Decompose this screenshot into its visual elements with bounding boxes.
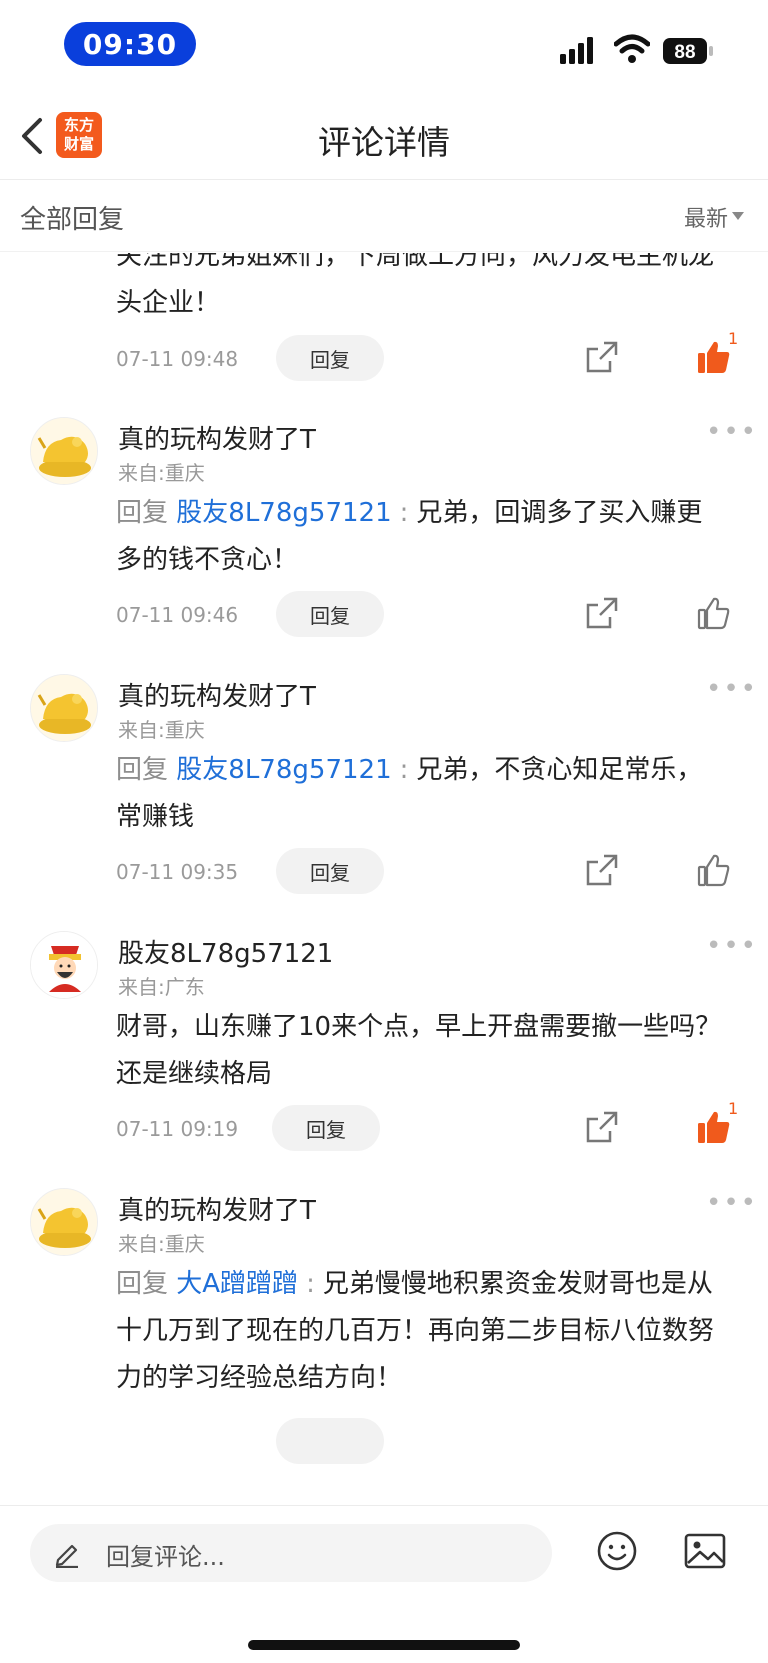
comment-location: 来自:广东: [118, 975, 205, 999]
comment-time: 07-11 09:19: [116, 1117, 239, 1141]
sort-dropdown[interactable]: 最新: [684, 201, 728, 233]
reply-button[interactable]: 回复: [276, 335, 384, 381]
avatar: [30, 417, 98, 485]
home-indicator: [248, 1640, 520, 1650]
reply-target-user[interactable]: 股友8L78g57121: [176, 498, 391, 528]
share-icon[interactable]: [584, 1109, 620, 1145]
thumbs-up-icon[interactable]: [696, 852, 732, 888]
bottom-bar: 回复评论...: [0, 1505, 768, 1663]
reply-target-user[interactable]: 大A蹭蹭蹭: [176, 1269, 298, 1299]
thumbs-up-filled-icon[interactable]: [696, 339, 732, 375]
reply-button-partial[interactable]: [276, 1418, 384, 1464]
comment-text: 财哥，山东赚了10来个点，早上开盘需要撤一些吗？还是继续格局: [116, 1012, 722, 1089]
comment-username[interactable]: 股友8L78g57121: [118, 933, 333, 970]
reply-keyword: 回复: [116, 755, 169, 785]
comment-text: 回复 股友8L78g57121: 兄弟，不贪心知足常乐，常赚钱: [116, 747, 726, 841]
comment-time: 07-11 09:48: [116, 347, 239, 371]
caret-down-icon[interactable]: [732, 212, 744, 220]
reply-separator: :: [306, 1269, 315, 1299]
reply-separator: :: [399, 755, 409, 785]
like-count: 1: [728, 329, 739, 348]
nav-bar: 东方 财富 评论详情: [0, 96, 768, 180]
more-options-icon[interactable]: •••: [706, 931, 758, 961]
more-options-icon[interactable]: •••: [706, 417, 758, 447]
avatar: [30, 931, 98, 999]
comment-item: 真的玩构发财了T 来自:重庆 ••• 回复 大A蹭蹭蹭: 兄弟慢慢地积累资金发财哥…: [0, 1188, 768, 1505]
page-title: 评论详情: [318, 123, 450, 162]
image-icon[interactable]: [684, 1532, 726, 1570]
more-options-icon[interactable]: •••: [706, 1188, 758, 1218]
comment-location: 来自:重庆: [118, 461, 205, 485]
like-count: 1: [728, 1099, 739, 1118]
reply-target-user[interactable]: 股友8L78g57121: [176, 755, 391, 785]
emoji-icon[interactable]: [596, 1530, 638, 1572]
reply-button[interactable]: 回复: [272, 1105, 380, 1151]
reply-separator: :: [399, 498, 409, 528]
reply-input-placeholder: 回复评论...: [106, 1543, 225, 1571]
share-icon[interactable]: [584, 852, 620, 888]
share-icon[interactable]: [584, 339, 620, 375]
comment-username[interactable]: 真的玩构发财了T: [118, 419, 316, 456]
cellular-signal-icon: [560, 37, 593, 64]
comment-time: 07-11 09:46: [116, 603, 239, 627]
reply-keyword: 回复: [116, 1269, 169, 1299]
comment-time: 07-11 09:35: [116, 860, 239, 884]
comment-item: 股友8L78g57121 来自:广东 ••• 财哥，山东赚了10来个点，早上开盘…: [0, 931, 768, 1187]
comment-username[interactable]: 真的玩构发财了T: [118, 676, 316, 713]
share-icon[interactable]: [584, 595, 620, 631]
comment-item: 真的玩构发财了T 来自:重庆 ••• 回复 股友8L78g57121: 兄弟，不贪…: [0, 674, 768, 930]
status-time: 09:30: [64, 22, 196, 66]
reply-input[interactable]: 回复评论...: [30, 1524, 552, 1582]
comment-item: 关注的兄弟姐妹们，下周做工方向，风力发电主机龙头企业！ 07-11 09:48 …: [0, 253, 768, 413]
reply-button[interactable]: 回复: [276, 848, 384, 894]
reply-keyword: 回复: [116, 498, 169, 528]
status-bar: 09:30 88: [0, 0, 768, 90]
comment-item: 真的玩构发财了T 来自:重庆 ••• 回复 股友8L78g57121: 兄弟，回调…: [0, 417, 768, 673]
thumbs-up-icon[interactable]: [696, 595, 732, 631]
comment-text: 回复 大A蹭蹭蹭: 兄弟慢慢地积累资金发财哥也是从十几万到了现在的几百万！再向第二…: [116, 1261, 726, 1402]
more-options-icon[interactable]: •••: [706, 674, 758, 704]
comment-location: 来自:重庆: [118, 718, 205, 742]
avatar: [30, 674, 98, 742]
all-replies-label: 全部回复: [20, 205, 125, 235]
wifi-icon: [614, 34, 650, 63]
thumbs-up-filled-icon[interactable]: [696, 1109, 732, 1145]
pencil-icon: [55, 1544, 78, 1568]
avatar: [30, 1188, 98, 1256]
battery-level: 88: [674, 42, 695, 63]
comment-username[interactable]: 真的玩构发财了T: [118, 1190, 316, 1227]
comment-list[interactable]: 关注的兄弟姐妹们，下周做工方向，风力发电主机龙头企业！ 07-11 09:48 …: [0, 253, 768, 1505]
comment-text: 关注的兄弟姐妹们，下周做工方向，风力发电主机龙头企业！: [116, 253, 715, 318]
battery-icon: 88: [663, 38, 713, 64]
reply-button[interactable]: 回复: [276, 591, 384, 637]
comment-location: 来自:重庆: [118, 1232, 205, 1256]
reply-list-header: 全部回复 最新: [0, 182, 768, 252]
comment-text: 回复 股友8L78g57121: 兄弟，回调多了买入赚更多的钱不贪心！: [116, 490, 726, 584]
